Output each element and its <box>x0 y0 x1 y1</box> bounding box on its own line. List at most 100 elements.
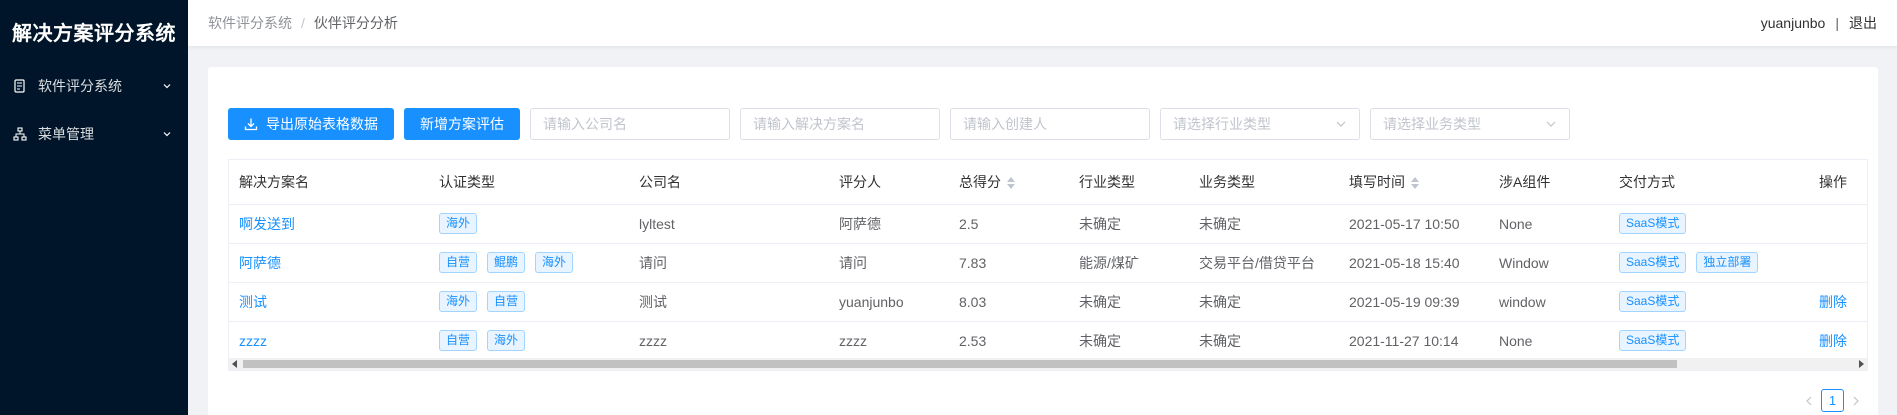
delivery-tag: SaaS模式 <box>1619 252 1687 273</box>
component-value: None <box>1499 215 1533 232</box>
prev-page-icon[interactable] <box>1803 395 1815 407</box>
column-header-score[interactable]: 总得分 <box>949 160 1069 205</box>
solution-name-link[interactable]: 啊发送到 <box>239 216 295 232</box>
table-row: 测试 海外 自营 测试 yuanjunbo 8.03 未确定 未确定 2021-05-19 09… <box>229 282 1867 322</box>
total-score: 2.5 <box>959 215 979 232</box>
column-header-label: 总得分 <box>959 173 1001 190</box>
toolbar: 导出原始表格数据 新增方案评估 请选择行业类型 请选择业务类型 <box>228 108 1580 140</box>
scrollbar-thumb[interactable] <box>243 360 1677 368</box>
rater-name: 阿萨德 <box>839 215 881 232</box>
business-select[interactable]: 请选择业务类型 <box>1370 108 1570 140</box>
delivery-tag: SaaS模式 <box>1619 291 1687 312</box>
column-header: 操作 <box>1809 160 1867 205</box>
industry-type: 能源/煤矿 <box>1079 254 1139 271</box>
cert-tag: 海外 <box>487 330 526 351</box>
header-divider: | <box>1835 15 1839 31</box>
chevron-down-icon <box>162 129 172 139</box>
delete-link[interactable]: 删除 <box>1819 333 1847 349</box>
chevron-down-icon <box>162 81 172 91</box>
solution-name-link[interactable]: 测试 <box>239 294 267 310</box>
cert-tag: 海外 <box>439 291 478 312</box>
industry-type: 未确定 <box>1079 215 1121 232</box>
user-area: yuanjunbo | 退出 <box>1761 13 1877 33</box>
next-page-icon[interactable] <box>1850 395 1862 407</box>
sitemap-icon <box>12 126 28 142</box>
delivery-tag: SaaS模式 <box>1619 213 1687 234</box>
data-table: 解决方案名 认证类型 公司名 评分人 总得分 行业类型 业务类型 填写时间 涉A… <box>228 159 1868 371</box>
sidebar-item-label: 菜单管理 <box>38 126 94 142</box>
business-type: 交易平台/借贷平台 <box>1199 254 1315 271</box>
fill-time: 2021-11-27 10:14 <box>1349 332 1459 349</box>
column-header: 业务类型 <box>1189 160 1339 205</box>
export-button-label: 导出原始表格数据 <box>266 116 378 132</box>
fill-time: 2021-05-19 09:39 <box>1349 293 1460 310</box>
component-value: None <box>1499 332 1533 349</box>
rater-name: 请问 <box>839 254 867 271</box>
cert-tag: 自营 <box>487 291 526 312</box>
breadcrumb-item-current: 伙伴评分分析 <box>313 15 398 31</box>
pagination: 1 <box>1797 389 1868 412</box>
cert-tag: 自营 <box>439 252 478 273</box>
total-score: 2.53 <box>959 332 987 349</box>
main-card: 导出原始表格数据 新增方案评估 请选择行业类型 请选择业务类型 解决方案名 <box>208 67 1878 415</box>
cert-tag: 海外 <box>439 213 478 234</box>
breadcrumb-separator: / <box>301 15 305 31</box>
sort-icon[interactable] <box>1007 177 1015 190</box>
export-button[interactable]: 导出原始表格数据 <box>228 108 394 140</box>
solution-input[interactable] <box>740 108 940 140</box>
fill-time: 2021-05-18 15:40 <box>1349 254 1460 271</box>
column-header: 行业类型 <box>1069 160 1189 205</box>
company-name: 测试 <box>639 293 667 310</box>
sidebar: 解决方案评分系统 软件评分系统 菜单管理 <box>0 0 188 415</box>
business-type: 未确定 <box>1199 332 1241 349</box>
cert-tag: 海外 <box>535 252 574 273</box>
sidebar-item-label: 软件评分系统 <box>38 78 122 94</box>
industry-type: 未确定 <box>1079 293 1121 310</box>
creator-input[interactable] <box>950 108 1150 140</box>
document-icon <box>12 78 28 94</box>
horizontal-scrollbar[interactable] <box>229 358 1867 370</box>
sidebar-item-software-rating[interactable]: 软件评分系统 <box>0 62 188 110</box>
top-header: 软件评分系统 / 伙伴评分分析 yuanjunbo | 退出 <box>188 0 1897 46</box>
sort-icon[interactable] <box>1411 177 1419 190</box>
fill-time: 2021-05-17 10:50 <box>1349 215 1460 232</box>
column-header: 评分人 <box>829 160 949 205</box>
solution-name-link[interactable]: 阿萨德 <box>239 255 281 271</box>
page-number[interactable]: 1 <box>1821 389 1844 412</box>
breadcrumb-item-software-rating[interactable]: 软件评分系统 <box>208 13 292 33</box>
delivery-tag: SaaS模式 <box>1619 330 1687 351</box>
column-header: 公司名 <box>629 160 829 205</box>
company-input[interactable] <box>530 108 730 140</box>
delete-link[interactable]: 删除 <box>1819 294 1847 310</box>
column-header-time[interactable]: 填写时间 <box>1339 160 1489 205</box>
table-row: 阿萨德 自营 鲲鹏 海外 请问 请问 7.83 能源/煤矿 交易平台/借贷平台 2021-05-1… <box>229 243 1867 283</box>
chevron-down-icon <box>1545 118 1557 130</box>
column-header: 认证类型 <box>429 160 629 205</box>
total-score: 8.03 <box>959 293 987 310</box>
industry-select[interactable]: 请选择行业类型 <box>1160 108 1360 140</box>
add-evaluation-button[interactable]: 新增方案评估 <box>404 108 520 140</box>
download-icon <box>244 117 258 131</box>
total-score: 7.83 <box>959 254 987 271</box>
column-header-label: 填写时间 <box>1349 173 1405 190</box>
industry-select-placeholder: 请选择行业类型 <box>1173 116 1271 132</box>
column-header: 交付方式 <box>1609 160 1809 205</box>
scroll-right-icon[interactable] <box>1859 360 1864 368</box>
cert-tag: 自营 <box>439 330 478 351</box>
scroll-left-icon[interactable] <box>232 360 237 368</box>
component-value: window <box>1499 293 1546 310</box>
column-header: 涉A组件 <box>1489 160 1609 205</box>
solution-name-link[interactable]: zzzz <box>239 333 267 349</box>
column-header: 解决方案名 <box>229 160 429 205</box>
component-value: Window <box>1499 254 1549 271</box>
table-row: zzzz 自营 海外 zzzz zzzz 2.53 未确定 未确定 2021-11-27 10:… <box>229 321 1867 361</box>
rater-name: zzzz <box>839 332 867 349</box>
business-type: 未确定 <box>1199 215 1241 232</box>
table-row: 啊发送到 海外 lyltest 阿萨德 2.5 未确定 未确定 2021-05-17 10:5… <box>229 204 1867 244</box>
business-type: 未确定 <box>1199 293 1241 310</box>
industry-type: 未确定 <box>1079 332 1121 349</box>
logout-link[interactable]: 退出 <box>1849 13 1877 33</box>
breadcrumb: 软件评分系统 / 伙伴评分分析 <box>208 13 398 33</box>
sidebar-item-menu-management[interactable]: 菜单管理 <box>0 110 188 158</box>
company-name: zzzz <box>639 332 667 349</box>
